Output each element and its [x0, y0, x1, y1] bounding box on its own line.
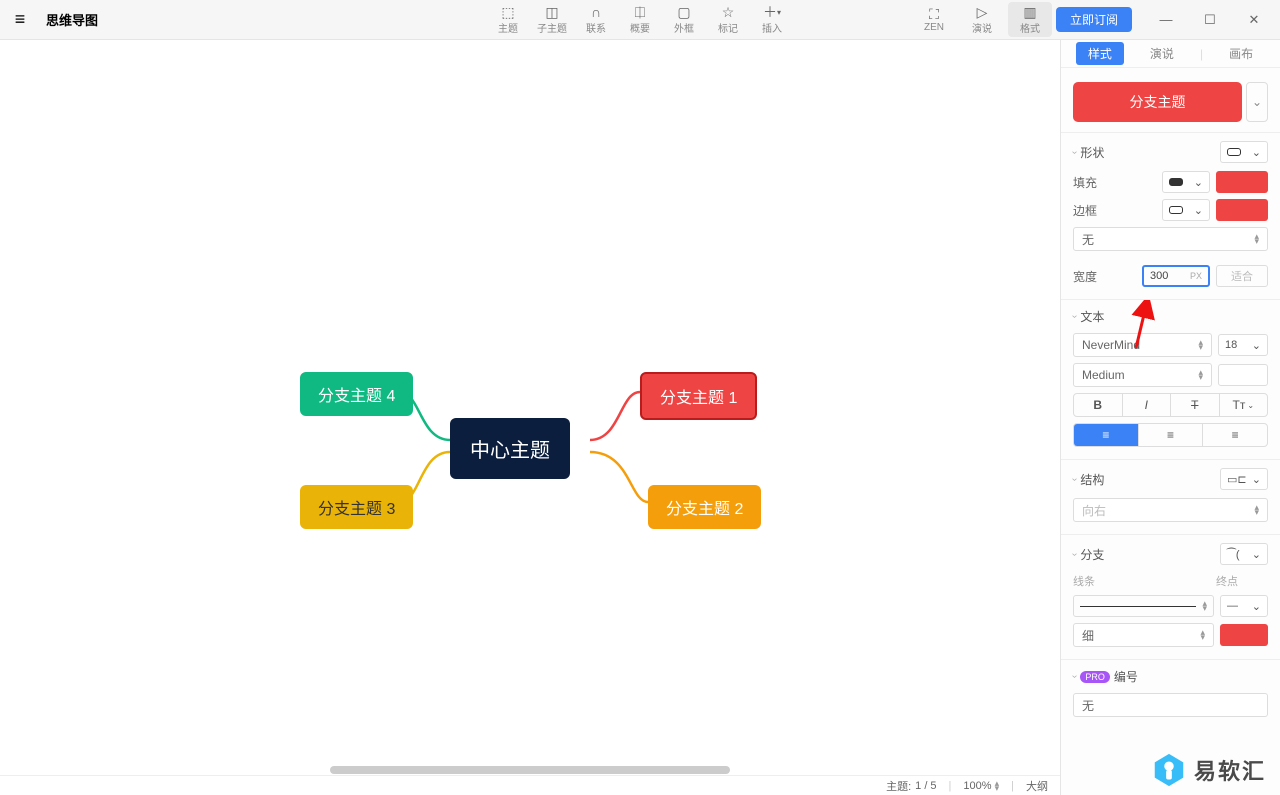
italic-button[interactable]: I	[1123, 394, 1172, 416]
menu-button[interactable]: ≡	[0, 9, 40, 30]
boundary-icon: ▢	[677, 4, 690, 20]
format-icon: ▥	[1023, 4, 1036, 20]
pro-badge: PRO	[1080, 671, 1110, 683]
width-input[interactable]: 300PX	[1142, 265, 1210, 287]
section-shape-title: 形状	[1080, 144, 1220, 161]
shape-select[interactable]: ⌄	[1220, 141, 1268, 163]
border-style-select[interactable]: ⌄	[1162, 199, 1210, 221]
toolbar-topic[interactable]: ⬚主题	[486, 4, 530, 35]
width-fit-button[interactable]: 适合	[1216, 265, 1268, 287]
status-zoom[interactable]: 100% ▴▾	[963, 780, 999, 792]
branch-node-3[interactable]: 分支主题 3	[300, 485, 413, 529]
section-text-title: 文本	[1080, 308, 1268, 325]
fill-color-swatch[interactable]	[1216, 171, 1268, 193]
align-center-button[interactable]: ≡	[1139, 424, 1204, 446]
font-family-select[interactable]: NeverMind▴▾	[1073, 333, 1212, 357]
structure-icon: ▭⊏	[1227, 473, 1247, 486]
endpoint-label: 终点	[1216, 573, 1268, 589]
present-icon: ▷	[977, 4, 988, 20]
font-color-swatch[interactable]	[1218, 364, 1268, 386]
width-label: 宽度	[1073, 268, 1113, 285]
maximize-button[interactable]: ☐	[1188, 5, 1232, 35]
close-button[interactable]: ✕	[1232, 5, 1276, 35]
branch-line-select[interactable]: ▴▾	[1073, 595, 1214, 617]
star-icon: ☆	[722, 4, 735, 20]
status-topic-count: 1 / 5	[915, 780, 936, 792]
align-left-button[interactable]: ≡	[1074, 424, 1139, 446]
status-outline[interactable]: 大纲	[1026, 778, 1048, 794]
branch-node-1[interactable]: 分支主题 1	[640, 372, 757, 420]
branch-node-4[interactable]: 分支主题 4	[300, 372, 413, 416]
structure-select[interactable]: ▭⊏⌄	[1220, 468, 1268, 490]
toolbar-zen[interactable]: ⛶ZEN	[912, 6, 956, 33]
toolbar-subtopic[interactable]: ◫子主题	[530, 4, 574, 35]
structure-direction-select[interactable]: 向右▴▾	[1073, 498, 1268, 522]
toolbar-summary[interactable]: ⎅概要	[618, 4, 662, 35]
plus-icon: ＋▾	[763, 4, 781, 20]
toolbar-format[interactable]: ▥格式	[1008, 2, 1052, 37]
align-right-button[interactable]: ≡	[1203, 424, 1267, 446]
fill-style-select[interactable]: ⌄	[1162, 171, 1210, 193]
tab-style[interactable]: 样式	[1076, 42, 1124, 65]
strike-button[interactable]: T	[1171, 394, 1220, 416]
format-panel: 样式 演说 | 画布 分支主题 ⌄ ›形状 ⌄ 填充 ⌄ 边框 ⌄ 无▴▾ 宽度	[1060, 40, 1280, 795]
branch-end-select[interactable]: —⌄	[1220, 595, 1268, 617]
line-label: 线条	[1073, 573, 1210, 589]
relation-icon: ∩	[591, 4, 601, 20]
branch-thickness-select[interactable]: 细▴▾	[1073, 623, 1214, 647]
bold-button[interactable]: B	[1074, 394, 1123, 416]
toolbar-boundary[interactable]: ▢外框	[662, 4, 706, 35]
topic-icon: ⬚	[501, 4, 514, 20]
section-numbering-title: 编号	[1114, 668, 1268, 685]
toolbar-insert[interactable]: ＋▾插入	[750, 4, 794, 35]
font-size-select[interactable]: 18⌄	[1218, 334, 1268, 356]
case-button[interactable]: Tт ⌄	[1220, 394, 1268, 416]
watermark-logo: 易软汇	[1150, 751, 1266, 789]
border-color-swatch[interactable]	[1216, 199, 1268, 221]
app-title: 思维导图	[46, 10, 98, 29]
canvas-area[interactable]: 中心主题 分支主题 1 分支主题 2 分支主题 3 分支主题 4	[0, 40, 1060, 775]
section-branch-title: 分支	[1080, 546, 1220, 563]
status-topic-label: 主题:	[886, 778, 911, 794]
section-structure-title: 结构	[1080, 471, 1220, 488]
tab-present[interactable]: 演说	[1138, 42, 1186, 65]
border-label: 边框	[1073, 202, 1113, 219]
topic-preview-button[interactable]: 分支主题	[1073, 82, 1242, 122]
border-line-select[interactable]: 无▴▾	[1073, 227, 1268, 251]
branch-style-select[interactable]: ⁀(⌄	[1220, 543, 1268, 565]
branch-node-2[interactable]: 分支主题 2	[648, 485, 761, 529]
fill-label: 填充	[1073, 174, 1113, 191]
branch-color-swatch[interactable]	[1220, 624, 1268, 646]
subscribe-button[interactable]: 立即订阅	[1056, 7, 1132, 32]
numbering-select[interactable]: 无	[1073, 693, 1268, 717]
toolbar-relation[interactable]: ∩联系	[574, 4, 618, 35]
branch-icon: ⁀(	[1227, 548, 1240, 561]
tab-canvas[interactable]: 画布	[1217, 42, 1265, 65]
center-topic-node[interactable]: 中心主题	[450, 418, 570, 479]
zen-icon: ⛶	[929, 6, 939, 22]
status-bar: 主题: 1 / 5 | 100% ▴▾ | 大纲	[0, 775, 1060, 795]
toolbar-marker[interactable]: ☆标记	[706, 4, 750, 35]
font-weight-select[interactable]: Medium▴▾	[1073, 363, 1212, 387]
topic-preview-dropdown[interactable]: ⌄	[1246, 82, 1268, 122]
horizontal-scrollbar[interactable]	[0, 765, 1060, 775]
subtopic-icon: ◫	[545, 4, 558, 20]
summary-icon: ⎅	[634, 4, 645, 20]
toolbar-present[interactable]: ▷演说	[960, 4, 1004, 35]
minimize-button[interactable]: —	[1144, 5, 1188, 35]
